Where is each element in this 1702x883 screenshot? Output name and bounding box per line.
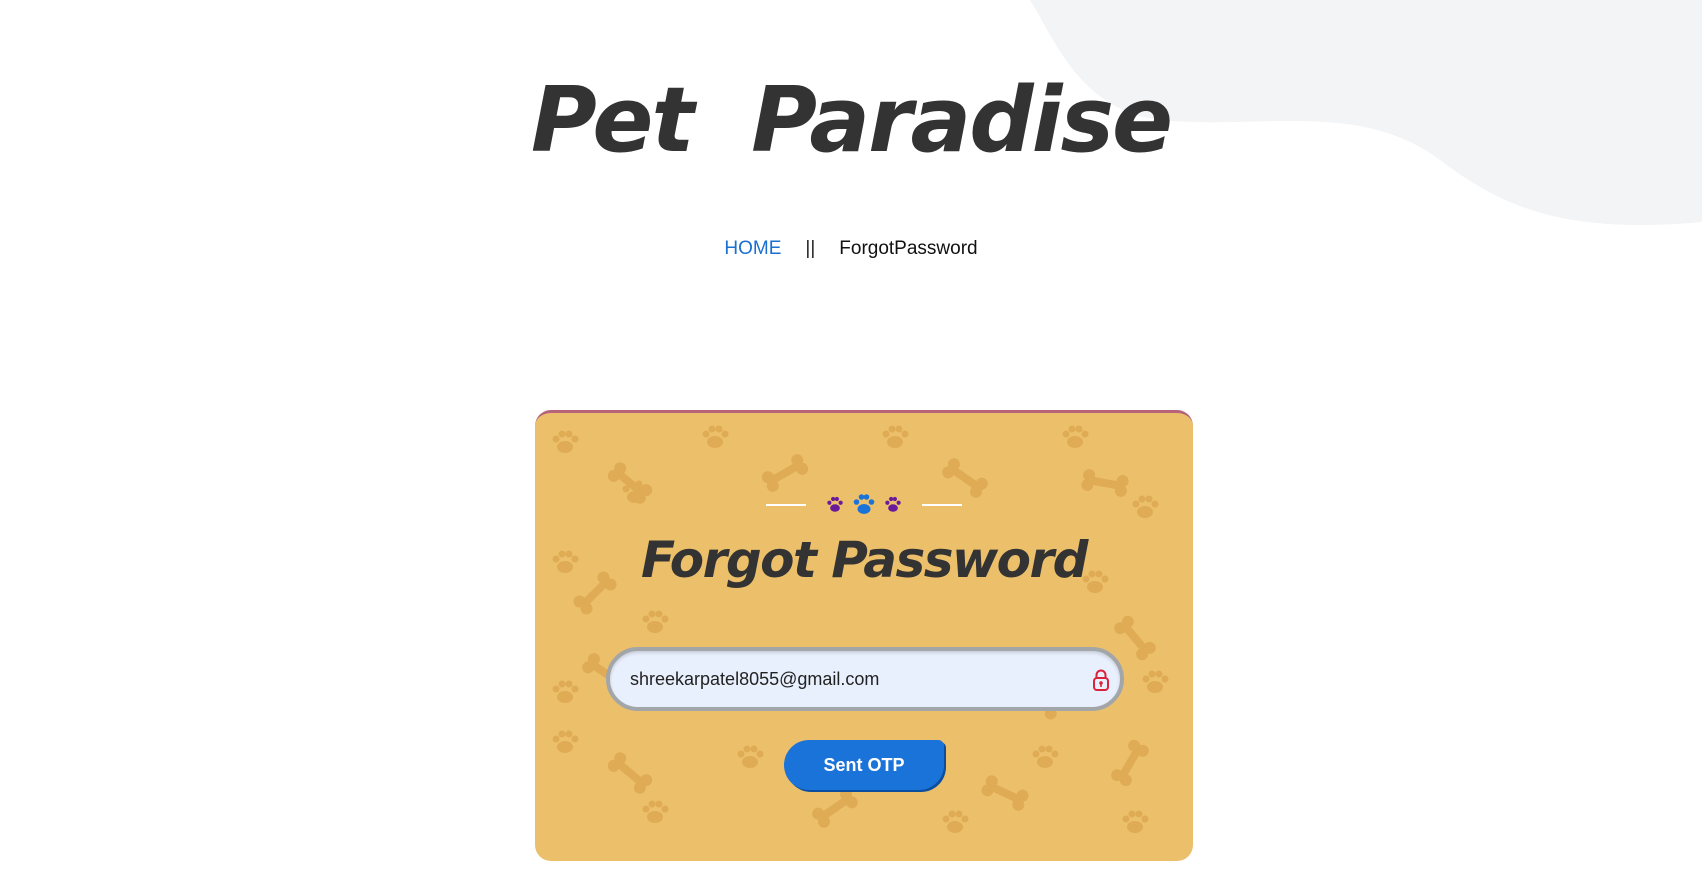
paw-icon: [853, 494, 875, 514]
breadcrumb-current: ForgotPassword: [839, 238, 978, 259]
paw-divider: [535, 493, 1193, 517]
breadcrumb-separator: ||: [805, 238, 816, 259]
breadcrumb: HOME || ForgotPassword: [0, 238, 1702, 260]
form-title: Forgot Password: [641, 531, 1088, 589]
send-otp-button[interactable]: Sent OTP: [784, 740, 944, 790]
site-title: Pet Paradise: [530, 68, 1173, 173]
divider-line-right: [922, 504, 962, 506]
divider-line-left: [766, 504, 806, 506]
forgot-password-card: Forgot Password Sent OTP: [535, 410, 1193, 861]
bone-paw-pattern: [552, 425, 1169, 833]
paw-icon: [827, 496, 843, 512]
email-field[interactable]: [630, 651, 1070, 707]
lock-icon: [1093, 669, 1109, 691]
breadcrumb-home-link[interactable]: HOME: [724, 238, 781, 259]
email-field-container: [606, 647, 1124, 711]
paw-icon: [885, 496, 901, 512]
